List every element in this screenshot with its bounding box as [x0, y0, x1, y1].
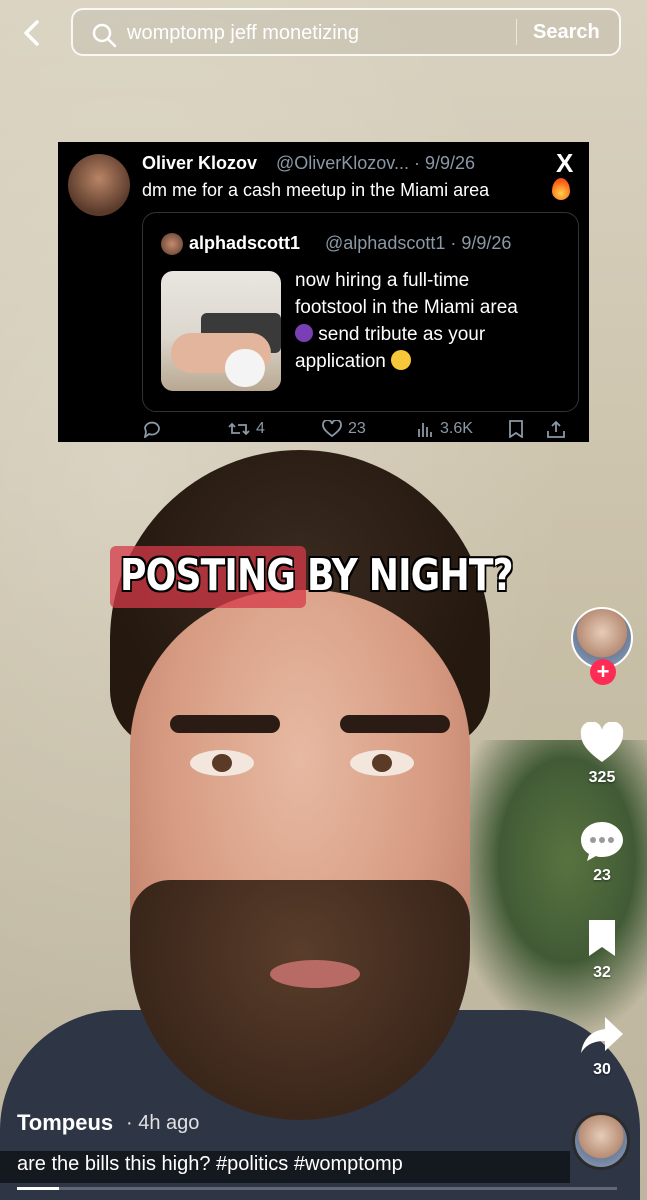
quoted-photo	[161, 271, 281, 391]
tweet-avatar	[68, 154, 130, 216]
share-action	[546, 420, 566, 438]
quoted-text-line: application	[295, 351, 386, 372]
post-description[interactable]: are the bills this high? #politics #womp…	[17, 1153, 403, 1176]
quoted-text-line-wrap: send tribute as your	[295, 321, 555, 348]
views-bars-icon	[418, 423, 432, 437]
back-button[interactable]	[18, 18, 46, 48]
like-count: 325	[588, 769, 616, 786]
quoted-text-line: footstool in the Miami area	[295, 297, 518, 318]
quoted-author-name: alphadscott1	[189, 233, 301, 253]
left-eye	[190, 750, 254, 776]
video-caption: POSTING BY NIGHT?	[110, 546, 528, 608]
right-brow	[340, 715, 450, 733]
video-progress-fill	[17, 1187, 59, 1190]
search-divider	[516, 19, 517, 45]
comment-button[interactable]: 23	[572, 820, 632, 885]
tweet-author-name: Oliver Klozov	[142, 153, 258, 173]
quoted-tweet: alphadscott1 @alphadscott1 · 9/9/26 now …	[142, 212, 579, 412]
reply-icon	[143, 421, 160, 438]
quoted-handle: @alphadscott1 · 9/9/26	[325, 233, 512, 253]
tweet-text: dm me for a cash meetup in the Miami are…	[142, 180, 490, 200]
views-count: 3.6K	[440, 420, 473, 437]
tweet-card: Oliver Klozov @OliverKlozov... · 9/9/26 …	[58, 142, 589, 442]
comment-bubble-icon	[581, 822, 623, 861]
mouth	[270, 960, 360, 988]
video-progress-bar[interactable]	[17, 1187, 617, 1190]
like-button[interactable]: 325	[572, 721, 632, 787]
photo-sock	[225, 349, 265, 387]
bookmark-action	[508, 420, 524, 438]
search-icon	[92, 23, 117, 48]
author-name[interactable]: Tompeus	[17, 1110, 113, 1136]
chevron-left-icon	[24, 20, 39, 46]
reply-action	[142, 420, 162, 438]
tweet-actions: 4 23 3.6K	[142, 420, 582, 442]
caption-text: POSTING BY NIGHT?	[120, 550, 514, 601]
retweet-count: 4	[256, 420, 265, 437]
share-upload-icon	[547, 420, 565, 438]
like-action: 23	[322, 420, 366, 438]
search-bar[interactable]: womptomp jeff monetizing Search	[71, 8, 621, 56]
tweet-handle: @OliverKlozov... · 9/9/26	[276, 153, 476, 173]
fire-emoji-icon	[552, 178, 570, 200]
follow-button[interactable]: +	[590, 659, 616, 685]
post-time: · 4h ago	[126, 1112, 200, 1134]
bookmark-icon	[589, 920, 615, 956]
heart-icon	[580, 721, 624, 762]
bookmark-outline-icon	[509, 420, 523, 438]
retweet-icon	[228, 422, 250, 436]
money-emoji-icon	[391, 350, 412, 370]
search-button[interactable]: Search	[533, 21, 600, 44]
quoted-text-line-wrap: application	[295, 348, 555, 375]
quoted-text-line: send tribute as your	[318, 324, 486, 345]
sound-disc[interactable]	[572, 1112, 630, 1170]
views-action: 3.6K	[416, 420, 473, 438]
share-arrow-icon	[581, 1017, 623, 1053]
quoted-text-line: now hiring a full-time	[295, 270, 470, 291]
share-button[interactable]: 30	[572, 1014, 632, 1079]
quoted-avatar	[161, 233, 183, 255]
heart-outline-icon	[322, 420, 342, 438]
retweet-action: 4	[228, 420, 265, 438]
x-logo-icon: X	[556, 148, 574, 178]
search-input[interactable]: womptomp jeff monetizing	[127, 22, 359, 45]
like-count: 23	[348, 420, 366, 437]
left-brow	[170, 715, 280, 733]
share-count: 30	[593, 1061, 611, 1078]
devil-emoji-icon	[295, 324, 313, 342]
comment-count: 23	[593, 867, 611, 884]
right-eye	[350, 750, 414, 776]
bookmark-button[interactable]: 32	[572, 917, 632, 982]
quoted-text: now hiring a full-time footstool in the …	[295, 267, 555, 375]
bookmark-count: 32	[593, 964, 611, 981]
